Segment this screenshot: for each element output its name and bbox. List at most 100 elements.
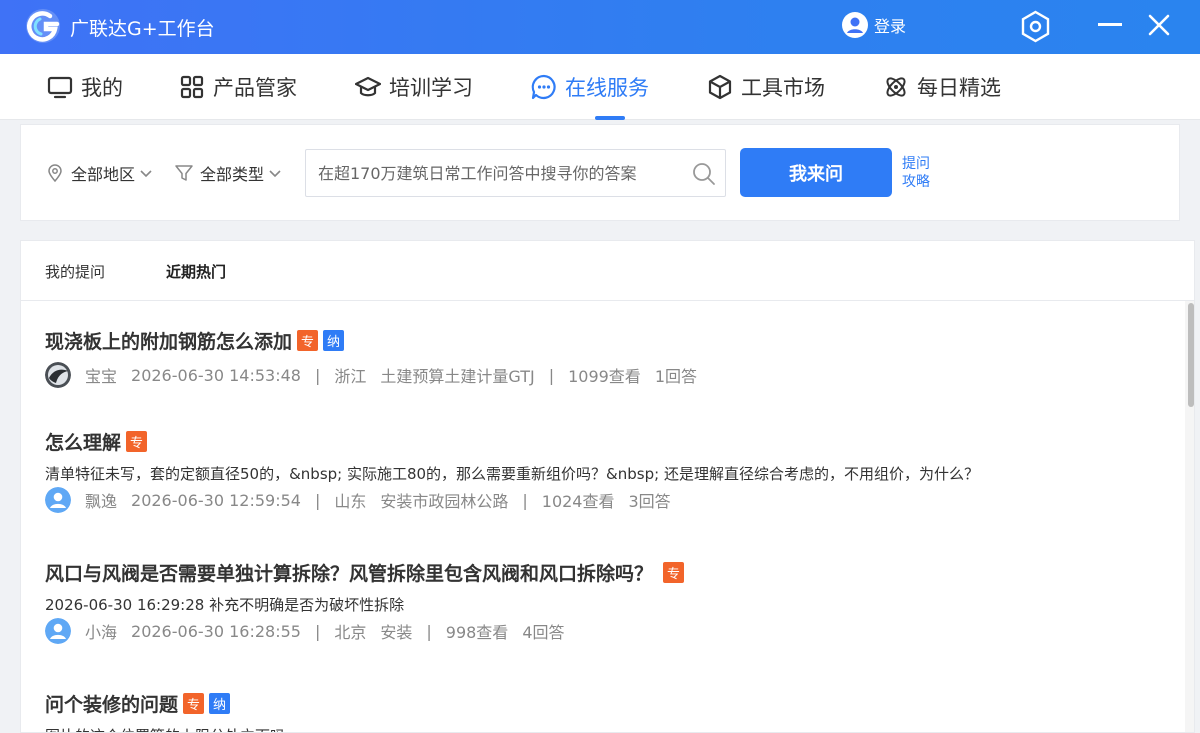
- search-box: [305, 149, 726, 197]
- meta-separator: |: [314, 621, 321, 641]
- question-region: 山东: [334, 492, 367, 511]
- question-meta: 飘逸 2026-06-30 12:59:54 | 山东 安装市政园林公路 | 1…: [45, 486, 1165, 514]
- tab-product-manager[interactable]: 产品管家: [179, 54, 297, 120]
- question-description: 清单特征未写，套的定额直径50的，&nbsp; 实际施工80的，那么需要重新组价…: [45, 465, 979, 483]
- type-filter-dropdown[interactable]: 全部类型: [174, 161, 282, 185]
- tab-label: 工具市场: [741, 76, 825, 100]
- question-author: 宝宝: [85, 367, 118, 386]
- close-button[interactable]: [1147, 13, 1171, 37]
- expert-badge: 专: [183, 692, 205, 714]
- meta-separator: |: [314, 490, 321, 510]
- login-button[interactable]: 登录: [842, 11, 906, 39]
- atom-icon: [886, 77, 906, 97]
- tab-training[interactable]: 培训学习: [355, 54, 473, 120]
- question-title-row[interactable]: 风口与风阀是否需要单独计算拆除？风管拆除里包含风阀和风口拆除吗？ 专: [45, 559, 1165, 585]
- question-region: 北京: [334, 623, 367, 642]
- scrollbar-thumb[interactable]: [1188, 303, 1194, 407]
- tab-label: 产品管家: [213, 76, 297, 100]
- question-title: 风口与风阀是否需要单独计算拆除？风管拆除里包含风阀和风口拆除吗？: [45, 562, 654, 585]
- expert-badge: 专: [663, 561, 685, 583]
- user-avatar: [45, 362, 71, 388]
- expert-badge: 专: [297, 329, 319, 351]
- filter-funnel-icon: [175, 165, 193, 181]
- list-item[interactable]: 风口与风阀是否需要单独计算拆除？风管拆除里包含风阀和风口拆除吗？ 专 2026-…: [45, 559, 1165, 645]
- question-author: 小海: [85, 623, 118, 642]
- user-avatar-icon: [842, 12, 868, 38]
- meta-separator: |: [314, 365, 321, 385]
- meta-separator: |: [548, 365, 555, 385]
- meta-separator: |: [522, 490, 528, 510]
- ask-question-button[interactable]: 我来问: [740, 148, 892, 197]
- search-panel: 全部地区 全部类型 我来问 提问 攻略: [20, 124, 1180, 221]
- adopted-badge: 纳: [323, 329, 345, 351]
- question-title: 问个装修的问题: [45, 693, 179, 716]
- question-meta: 小海 2026-06-30 16:28:55 | 北京 安装 | 998查看 4…: [45, 617, 1165, 645]
- question-meta: 宝宝 2026-06-30 14:53:48 | 浙江 土建预算土建计量GTJ …: [45, 361, 1165, 389]
- question-time: 2026-06-30 16:28:55: [131, 621, 301, 641]
- question-title-row[interactable]: 问个装修的问题 专 纳: [45, 690, 1165, 716]
- location-pin-icon: [48, 164, 62, 183]
- chat-bubble-icon: [531, 74, 556, 100]
- question-views: 1024查看: [541, 492, 615, 511]
- question-description: 图片的这个位置算的上限分处立面吗: [45, 725, 1165, 732]
- app-logo-icon: [26, 9, 60, 43]
- tab-tool-market[interactable]: 工具市场: [707, 54, 825, 120]
- cube-icon: [708, 74, 732, 100]
- question-time: 2026-06-30 12:59:54: [131, 490, 301, 510]
- region-filter-dropdown[interactable]: 全部地区: [45, 161, 153, 185]
- tab-label: 我的: [81, 76, 123, 100]
- active-tab-indicator: [595, 116, 625, 120]
- main-nav: 我的 产品管家 培训学习 在线服务 工具市场 每日精选: [0, 54, 1200, 120]
- meta-separator: |: [426, 621, 432, 641]
- region-filter-label: 全部地区: [71, 165, 136, 184]
- question-time: 2026-06-30 14:53:48: [131, 365, 301, 385]
- chevron-down-icon: [269, 170, 281, 178]
- monitor-icon: [47, 76, 73, 99]
- guide-link-line1: 提问: [902, 156, 930, 172]
- title-bar: 广联达G+工作台 登录: [0, 0, 1200, 54]
- question-list-panel: 我的提问 近期热门 现浇板上的附加钢筋怎么添加 专 纳 宝宝 2026-06-3…: [20, 240, 1195, 733]
- chevron-down-icon: [140, 170, 152, 178]
- grid-icon: [180, 75, 204, 99]
- tab-label: 在线服务: [565, 76, 649, 100]
- question-answers: 1回答: [654, 367, 697, 386]
- question-category: 安装: [380, 623, 413, 642]
- expert-badge: 专: [126, 430, 148, 452]
- login-label: 登录: [874, 17, 907, 36]
- tab-daily-picks[interactable]: 每日精选: [883, 54, 1001, 120]
- question-description: 2026-06-30 16:29:28 补充不明确是否为破坏性拆除: [45, 596, 405, 614]
- search-icon[interactable]: [692, 162, 716, 186]
- question-title-row[interactable]: 怎么理解 专: [45, 428, 1165, 454]
- user-avatar: [45, 618, 71, 644]
- app-title: 广联达G+工作台: [70, 18, 215, 40]
- question-guide-link[interactable]: 提问 攻略: [902, 155, 942, 191]
- tab-mine[interactable]: 我的: [47, 54, 123, 120]
- tab-online-service[interactable]: 在线服务: [531, 54, 649, 120]
- settings-icon[interactable]: [1019, 10, 1052, 43]
- adopted-badge: 纳: [209, 692, 231, 714]
- search-input[interactable]: [318, 150, 678, 196]
- user-avatar: [45, 487, 71, 513]
- question-region: 浙江: [334, 367, 367, 386]
- list-item[interactable]: 问个装修的问题 专 纳 图片的这个位置算的上限分处立面吗: [45, 690, 1165, 732]
- question-answers: 3回答: [628, 492, 671, 511]
- question-category: 土建预算土建计量GTJ: [380, 367, 535, 386]
- list-item[interactable]: 怎么理解 专 清单特征未写，套的定额直径50的，&nbsp; 实际施工80的，那…: [45, 428, 1165, 514]
- tab-label: 每日精选: [917, 76, 1001, 100]
- list-subtabs: 我的提问 近期热门: [21, 241, 1194, 301]
- list-item[interactable]: 现浇板上的附加钢筋怎么添加 专 纳 宝宝 2026-06-30 14:53:48…: [45, 327, 1165, 389]
- minimize-button[interactable]: [1098, 23, 1122, 26]
- subtab-recent-hot[interactable]: 近期热门: [166, 261, 226, 282]
- question-author: 飘逸: [85, 492, 118, 511]
- question-category: 安装市政园林公路: [380, 492, 509, 511]
- question-title: 怎么理解: [45, 431, 122, 454]
- question-title-row[interactable]: 现浇板上的附加钢筋怎么添加 专 纳: [45, 327, 1165, 353]
- guide-link-line2: 攻略: [902, 174, 930, 190]
- tab-label: 培训学习: [389, 76, 473, 100]
- type-filter-label: 全部类型: [200, 165, 265, 184]
- question-views: 998查看: [445, 623, 509, 642]
- question-views: 1099查看: [568, 367, 641, 386]
- subtab-my-questions[interactable]: 我的提问: [45, 261, 105, 282]
- graduation-cap-icon: [355, 76, 381, 97]
- question-title: 现浇板上的附加钢筋怎么添加: [45, 330, 293, 353]
